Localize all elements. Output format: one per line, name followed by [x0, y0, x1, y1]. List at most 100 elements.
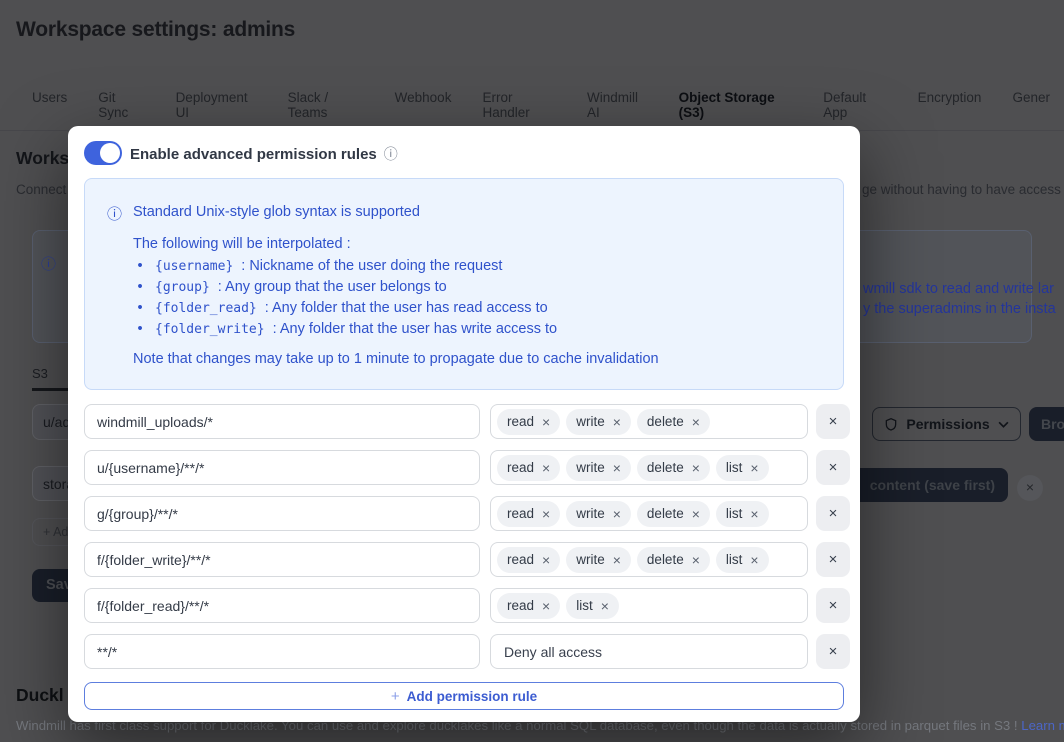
workspace-settings-page: Workspace settings: admins Users Git Sync…	[0, 0, 1064, 742]
remove-tag-icon[interactable]: ×	[542, 552, 550, 568]
tab-windmill-ai[interactable]: Windmill AI	[573, 86, 662, 130]
tab-webhook[interactable]: Webhook	[381, 86, 466, 130]
chevron-down-icon	[998, 421, 1009, 428]
info-icon: ⓘ	[41, 256, 57, 273]
info-icon: ⓘ	[383, 146, 398, 162]
permission-rule-row: read × list × ×	[84, 588, 850, 623]
plus-icon: +	[43, 525, 54, 539]
tab-gener[interactable]: Gener	[998, 86, 1064, 130]
permission-tag-write: write ×	[566, 454, 631, 481]
bullet-dot: •	[137, 300, 143, 316]
permission-tag-read: read ×	[497, 500, 561, 527]
remove-rule-button[interactable]: ×	[816, 450, 850, 485]
permission-tag-label: read	[507, 552, 535, 567]
ducklake-heading-fragment: Duckl	[16, 685, 64, 705]
add-permission-rule-button[interactable]: + Add permission rule	[84, 682, 844, 710]
interpolation-token: {folder_write}	[155, 322, 265, 337]
remove-rule-button[interactable]: ×	[816, 496, 850, 531]
rule-path-input[interactable]	[84, 496, 480, 531]
remove-tag-icon[interactable]: ×	[692, 506, 700, 522]
toggle-knob	[100, 143, 120, 163]
info-box-title: Standard Unix-style glob syntax is suppo…	[133, 204, 420, 220]
tab-encryption[interactable]: Encryption	[904, 86, 996, 130]
info-icon: ⓘ	[107, 206, 123, 223]
rule-path-input[interactable]	[84, 634, 480, 669]
permission-rule-row: read × write × delete × list × ×	[84, 542, 850, 577]
bullet-dot: •	[137, 279, 143, 295]
permission-tag-label: delete	[646, 506, 684, 521]
tab-git-sync[interactable]: Git Sync	[84, 86, 158, 130]
remove-tag-icon[interactable]: ×	[542, 460, 550, 476]
rule-permissions-box[interactable]: read × write × delete × list ×	[490, 496, 808, 531]
tab-error-handler[interactable]: Error Handler	[468, 86, 570, 130]
permission-tag-delete: delete ×	[636, 408, 710, 435]
interpolation-token: {folder_read}	[155, 301, 257, 316]
permission-tag-label: write	[576, 460, 605, 475]
permission-tag-delete: delete ×	[636, 454, 710, 481]
rule-path-input[interactable]	[84, 404, 480, 439]
permission-tag-read: read ×	[497, 546, 561, 573]
remove-tag-icon[interactable]: ×	[692, 552, 700, 568]
remove-rule-button[interactable]: ×	[816, 404, 850, 439]
remove-tag-icon[interactable]: ×	[750, 506, 758, 522]
deny-all-access-label: Deny all access	[504, 643, 603, 660]
permission-tag-list: list ×	[715, 546, 769, 573]
interpolation-bullet: • {folder_write} : Any folder that the us…	[133, 319, 557, 340]
remove-tag-icon[interactable]: ×	[750, 460, 758, 476]
permission-tag-label: read	[507, 414, 535, 429]
permission-rule-row: Deny all access ×	[84, 634, 850, 669]
interpolation-description: : Any folder that the user has write acc…	[272, 321, 558, 337]
plus-icon: +	[390, 687, 400, 705]
remove-tag-icon[interactable]: ×	[542, 598, 550, 614]
rule-path-input[interactable]	[84, 450, 480, 485]
permission-tag-label: list	[725, 460, 743, 475]
close-icon[interactable]: ×	[1017, 475, 1043, 501]
bullet-dot: •	[137, 258, 143, 274]
rule-permissions-box[interactable]: Deny all access	[490, 634, 808, 669]
remove-tag-icon[interactable]: ×	[613, 506, 621, 522]
rule-permissions-box[interactable]: read × write × delete × list ×	[490, 450, 808, 485]
permission-tag-label: read	[507, 598, 535, 613]
permission-tag-label: delete	[646, 414, 684, 429]
permission-tag-list: list ×	[715, 454, 769, 481]
enable-advanced-permissions-toggle[interactable]	[84, 141, 122, 165]
remove-tag-icon[interactable]: ×	[542, 414, 550, 430]
permissions-dropdown-button[interactable]: Permissions	[872, 407, 1021, 441]
page-title: Workspace settings: admins	[16, 18, 296, 41]
learn-more-link[interactable]: Learn more	[1021, 718, 1064, 733]
remove-tag-icon[interactable]: ×	[613, 460, 621, 476]
permission-tag-read: read ×	[497, 592, 561, 619]
rule-path-input[interactable]	[84, 542, 480, 577]
remove-tag-icon[interactable]: ×	[613, 552, 621, 568]
remove-tag-icon[interactable]: ×	[601, 598, 609, 614]
rule-permissions-box[interactable]: read × write × delete ×	[490, 404, 808, 439]
remove-tag-icon[interactable]: ×	[692, 460, 700, 476]
remove-tag-icon[interactable]: ×	[750, 552, 758, 568]
remove-tag-icon[interactable]: ×	[692, 414, 700, 430]
permission-tag-label: read	[507, 506, 535, 521]
remove-rule-button[interactable]: ×	[816, 542, 850, 577]
tab-users[interactable]: Users	[18, 86, 81, 130]
info-box-note: Note that changes may take up to 1 minut…	[133, 351, 659, 367]
permission-rule-row: read × write × delete × list × ×	[84, 450, 850, 485]
content-save-first-button[interactable]: content (save first)	[845, 468, 1008, 502]
interpolation-bullet-list: • {username} : Nickname of the user doing…	[133, 256, 557, 340]
tab-slack-teams[interactable]: Slack / Teams	[274, 86, 378, 130]
browse-button-fragment[interactable]: Brow	[1029, 407, 1064, 441]
permission-tag-label: list	[576, 598, 593, 613]
remove-tag-icon[interactable]: ×	[613, 414, 621, 430]
tab-s3-storage[interactable]: S3	[32, 366, 48, 381]
rule-path-input[interactable]	[84, 588, 480, 623]
tab-deployment-ui[interactable]: Deployment UI	[162, 86, 271, 130]
permission-tag-label: list	[725, 506, 743, 521]
tab-default-app[interactable]: Default App	[809, 86, 900, 130]
permission-rule-row: read × write × delete × ×	[84, 404, 850, 439]
remove-rule-button[interactable]: ×	[816, 634, 850, 669]
rule-permissions-box[interactable]: read × write × delete × list ×	[490, 542, 808, 577]
settings-tabs: Users Git Sync Deployment UI Slack / Teams W…	[0, 86, 1064, 132]
rule-permissions-box[interactable]: read × list ×	[490, 588, 808, 623]
remove-tag-icon[interactable]: ×	[542, 506, 550, 522]
remove-rule-button[interactable]: ×	[816, 588, 850, 623]
permission-tag-write: write ×	[566, 546, 631, 573]
background-info-line-1: wmill sdk to read and write lar	[863, 281, 1054, 297]
